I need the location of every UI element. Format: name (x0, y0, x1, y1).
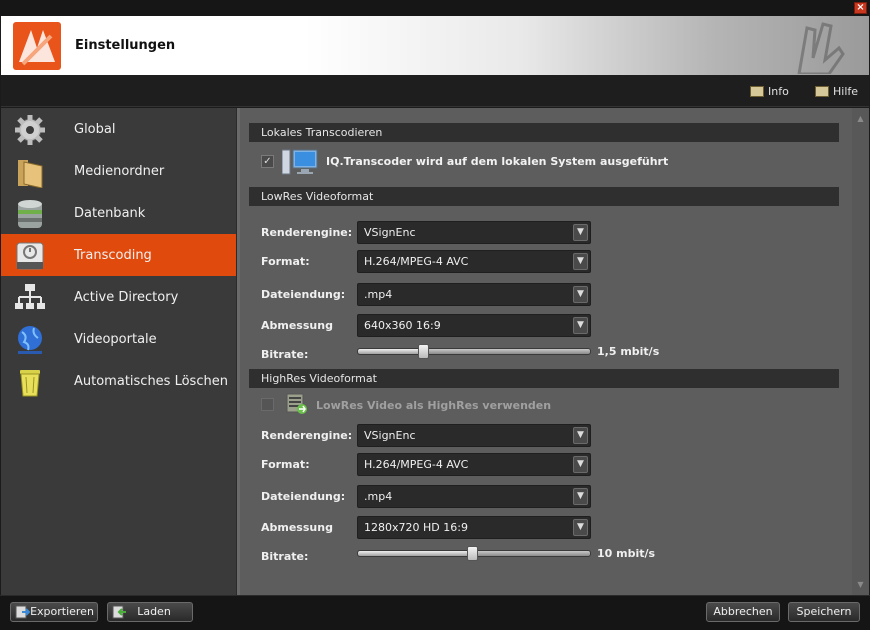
info-icon (750, 86, 764, 97)
lowres-extension-label: Dateiendung: (261, 288, 346, 301)
trash-bin-icon (20, 370, 40, 397)
lowres-format-label: Format: (261, 255, 310, 268)
slider-fill (358, 551, 472, 556)
folder-icon (18, 160, 43, 188)
chevron-down-icon[interactable]: ▼ (573, 317, 588, 334)
highres-renderengine-value: VSignEnc (364, 429, 416, 442)
highres-format-value: H.264/MPEG-4 AVC (364, 458, 469, 471)
sidebar-item-transcoding[interactable]: Transcoding (1, 234, 236, 276)
load-icon (112, 605, 126, 619)
lowres-dimension-select[interactable]: 640x360 16:9 ▼ (357, 314, 591, 337)
footer-bar: Exportieren Laden Abbrechen Speichern (0, 595, 870, 630)
slider-thumb[interactable] (417, 344, 429, 359)
highres-extension-select[interactable]: .mp4 ▼ (357, 485, 591, 508)
title-bar: × (0, 0, 870, 16)
slider-thumb[interactable] (466, 546, 478, 561)
chevron-down-icon[interactable]: ▼ (573, 286, 588, 303)
chevron-down-icon[interactable]: ▼ (573, 427, 588, 444)
lowres-format-value: H.264/MPEG-4 AVC (364, 255, 469, 268)
load-label: Laden (137, 605, 171, 618)
local-transcoder-label: IQ.Transcoder wird auf dem lokalen Syste… (326, 155, 669, 168)
lowres-renderengine-label: Renderengine: (261, 226, 353, 239)
scroll-down-icon[interactable]: ▼ (856, 580, 865, 589)
chevron-down-icon[interactable]: ▼ (573, 519, 588, 536)
highres-bitrate-value: 10 mbit/s (597, 547, 656, 560)
sidebar-item-label: Transcoding (74, 248, 152, 263)
info-label: Info (768, 85, 789, 98)
highres-format-label: Format: (261, 458, 310, 471)
cancel-button[interactable]: Abbrechen (706, 602, 780, 622)
highres-renderengine-select[interactable]: VSignEnc ▼ (357, 424, 591, 447)
section-lowres-format: LowRes Videoformat (249, 187, 839, 206)
network-tree-icon (15, 284, 45, 309)
app-logo-icon (13, 22, 61, 70)
sidebar-item-label: Active Directory (74, 290, 179, 305)
header: Einstellungen (1, 16, 869, 75)
sidebar-item-medienordner[interactable]: Medienordner (1, 150, 236, 192)
highres-bitrate-slider[interactable] (357, 546, 591, 561)
save-button[interactable]: Speichern (788, 602, 860, 622)
transcoding-icon (16, 242, 44, 270)
chevron-down-icon[interactable]: ▼ (573, 456, 588, 473)
sidebar-item-label: Automatisches Löschen (74, 374, 228, 389)
chevron-down-icon[interactable]: ▼ (573, 253, 588, 270)
export-button[interactable]: Exportieren (10, 602, 98, 622)
help-label: Hilfe (833, 85, 859, 98)
lowres-renderengine-select[interactable]: VSignEnc ▼ (357, 221, 591, 244)
lowres-extension-value: .mp4 (364, 288, 393, 301)
sidebar-item-active-directory[interactable]: Active Directory (1, 276, 236, 318)
highres-format-select[interactable]: H.264/MPEG-4 AVC ▼ (357, 453, 591, 476)
lowres-dimension-value: 640x360 16:9 (364, 319, 441, 332)
gear-icon (15, 115, 45, 145)
slider-fill (358, 349, 423, 354)
use-lowres-as-highres-checkbox[interactable] (261, 398, 274, 411)
section-highres-format: HighRes Videoformat (249, 369, 839, 388)
vertical-scrollbar[interactable]: ▲ ▼ (852, 108, 869, 595)
sidebar-item-videoportale[interactable]: Videoportale (1, 318, 236, 360)
sidebar-item-automatisches-loeschen[interactable]: Automatisches Löschen (1, 360, 236, 402)
export-icon (15, 605, 30, 619)
chevron-down-icon[interactable]: ▼ (573, 488, 588, 505)
lowres-extension-select[interactable]: .mp4 ▼ (357, 283, 591, 306)
settings-panel: Lokales Transcodieren ✓ IQ.Transcoder wi… (240, 108, 852, 595)
local-transcoder-checkbox[interactable]: ✓ (261, 155, 274, 168)
chevron-down-icon[interactable]: ▼ (573, 224, 588, 241)
lowres-bitrate-value: 1,5 mbit/s (597, 345, 660, 358)
sidebar-item-label: Medienordner (74, 164, 165, 179)
page-title: Einstellungen (75, 38, 176, 53)
info-bar: Info Hilfe (1, 75, 869, 107)
load-button[interactable]: Laden (107, 602, 193, 622)
highres-bitrate-label: Bitrate: (261, 550, 309, 563)
help-icon (815, 86, 829, 97)
close-window-button[interactable]: × (854, 2, 867, 14)
export-label: Exportieren (30, 605, 94, 618)
sidebar-item-label: Videoportale (74, 332, 157, 347)
lowres-renderengine-value: VSignEnc (364, 226, 416, 239)
globe-icon (18, 326, 42, 354)
lowres-bitrate-slider[interactable] (357, 344, 591, 359)
highres-dimension-label: Abmessung (261, 521, 333, 534)
info-link[interactable]: Info (750, 85, 789, 98)
sidebar-item-datenbank[interactable]: Datenbank (1, 192, 236, 234)
highres-renderengine-label: Renderengine: (261, 429, 353, 442)
lowres-format-select[interactable]: H.264/MPEG-4 AVC ▼ (357, 250, 591, 273)
video-copy-icon (286, 393, 307, 414)
use-lowres-as-highres-label: LowRes Video als HighRes verwenden (316, 399, 552, 412)
sidebar: Global Medienordner Datenbank Transcodin… (1, 108, 236, 595)
highres-extension-label: Dateiendung: (261, 490, 346, 503)
highres-extension-value: .mp4 (364, 490, 393, 503)
sidebar-item-label: Datenbank (74, 206, 146, 221)
database-icon (18, 200, 42, 228)
hand-decoration-icon (797, 22, 845, 74)
lowres-bitrate-label: Bitrate: (261, 348, 309, 361)
lowres-dimension-label: Abmessung (261, 319, 333, 332)
highres-dimension-value: 1280x720 HD 16:9 (364, 521, 468, 534)
section-local-transcoding: Lokales Transcodieren (249, 123, 839, 142)
highres-dimension-select[interactable]: 1280x720 HD 16:9 ▼ (357, 516, 591, 539)
help-link[interactable]: Hilfe (815, 85, 858, 98)
sidebar-item-global[interactable]: Global (1, 108, 236, 150)
scroll-up-icon[interactable]: ▲ (856, 114, 865, 123)
sidebar-item-label: Global (74, 122, 116, 137)
computer-icon (282, 149, 318, 175)
